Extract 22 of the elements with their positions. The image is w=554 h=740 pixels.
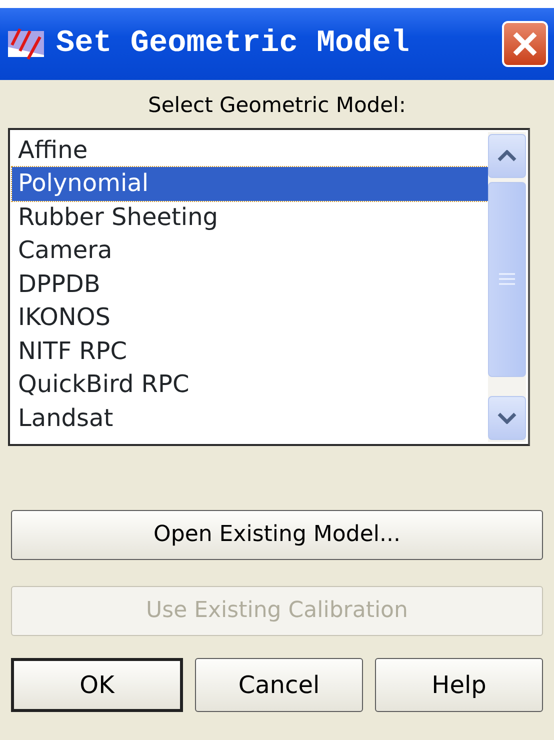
list-item[interactable]: Affine (12, 134, 488, 167)
app-icon (8, 27, 46, 61)
dialog-button[interactable]: Help (375, 658, 543, 712)
scroll-down-button[interactable] (488, 396, 526, 440)
list-item[interactable]: IKONOS (12, 301, 488, 334)
scroll-thumb[interactable] (488, 182, 526, 376)
dialog-button[interactable]: Cancel (195, 658, 363, 712)
prompt-label: Select Geometric Model: (147, 92, 407, 119)
list-item[interactable]: Rubber Sheeting (12, 200, 488, 234)
action-button[interactable]: Open Existing Model... (11, 510, 543, 560)
window-title: Set Geometric Model (56, 24, 410, 63)
close-button[interactable] (502, 21, 548, 67)
list-item[interactable]: Polynomial (12, 167, 488, 200)
list-item[interactable]: Landsat (12, 402, 488, 435)
list-item[interactable]: DPPDB (12, 268, 488, 301)
grip-icon (499, 273, 515, 285)
list-item[interactable]: Camera (12, 234, 488, 268)
list-item[interactable]: QuickBird RPC (12, 368, 488, 402)
scroll-up-button[interactable] (488, 134, 526, 178)
close-icon (511, 30, 539, 58)
list-item[interactable]: NITF RPC (12, 334, 488, 368)
dialog-button[interactable]: OK (11, 658, 183, 712)
